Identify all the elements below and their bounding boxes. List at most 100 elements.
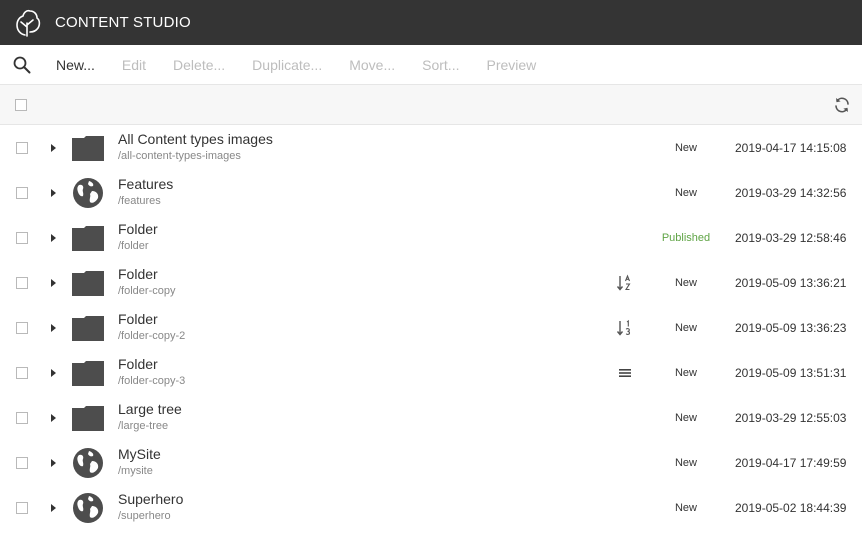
row-checkbox[interactable] <box>16 141 28 154</box>
display-name: Folder <box>118 311 158 327</box>
preview-button[interactable]: Preview <box>486 57 536 73</box>
globe-icon <box>71 446 105 480</box>
expand-arrow-icon[interactable] <box>51 368 56 377</box>
display-name: Large tree <box>118 401 182 417</box>
refresh-icon[interactable] <box>832 95 852 115</box>
display-name: Folder <box>118 266 158 282</box>
row-checkbox[interactable] <box>16 456 28 469</box>
grid-toolbar <box>0 85 862 125</box>
folder-icon <box>71 131 105 165</box>
app-title: CONTENT STUDIO <box>55 14 191 31</box>
table-row[interactable]: Large tree /large-tree New 2019-03-29 12… <box>0 395 862 440</box>
expand-arrow-icon[interactable] <box>51 503 56 512</box>
status-badge: New <box>674 186 697 199</box>
table-row[interactable]: Folder /folder-copy-3 New 2019-05-09 13:… <box>0 350 862 395</box>
table-row[interactable]: MySite /mysite New 2019-04-17 17:49:59 <box>0 440 862 485</box>
table-row[interactable]: Folder /folder-copy New 2019-05-09 13:36… <box>0 260 862 305</box>
folder-icon <box>71 401 105 435</box>
modified-time: 2019-05-09 13:36:23 <box>735 320 847 335</box>
status-badge: New <box>674 411 697 424</box>
content-path: /large-tree <box>118 420 169 432</box>
display-name: All Content types images <box>118 131 273 147</box>
display-name: Folder <box>118 356 158 372</box>
table-row[interactable]: Features /features New 2019-03-29 14:32:… <box>0 170 862 215</box>
display-name: Superhero <box>118 491 184 507</box>
content-path: /superhero <box>118 510 171 522</box>
content-names: Folder /folder-copy-2 <box>118 311 588 344</box>
status-badge: New <box>674 366 697 379</box>
search-icon[interactable] <box>12 55 32 75</box>
expand-arrow-icon[interactable] <box>51 233 56 242</box>
expand-arrow-icon[interactable] <box>51 143 56 152</box>
edit-button[interactable]: Edit <box>122 57 146 73</box>
row-checkbox[interactable] <box>16 276 28 289</box>
table-row[interactable]: Folder /folder-copy-2 New 2019-05-09 13:… <box>0 305 862 350</box>
content-names: Superhero /superhero <box>118 491 588 524</box>
expand-arrow-icon[interactable] <box>51 458 56 467</box>
content-path: /all-content-types-images <box>118 150 241 162</box>
sort-button[interactable]: Sort... <box>422 57 459 73</box>
modified-time: 2019-04-17 17:49:59 <box>735 455 847 470</box>
tree-logo-icon[interactable] <box>14 8 42 38</box>
row-checkbox[interactable] <box>16 321 28 334</box>
content-names: Folder /folder <box>118 221 588 254</box>
display-name: Folder <box>118 221 158 237</box>
sort-numeric-icon <box>616 319 634 337</box>
row-checkbox[interactable] <box>16 366 28 379</box>
content-names: Folder /folder-copy <box>118 266 588 299</box>
table-row[interactable]: Folder /folder Published 2019-03-29 12:5… <box>0 215 862 260</box>
manual-order-icon <box>616 364 634 382</box>
delete-button[interactable]: Delete... <box>173 57 225 73</box>
display-name: MySite <box>118 446 161 462</box>
toolbar: New... Edit Delete... Duplicate... Move.… <box>0 45 862 85</box>
status-badge: New <box>674 276 697 289</box>
content-names: Features /features <box>118 176 588 209</box>
folder-icon <box>71 266 105 300</box>
content-list: All Content types images /all-content-ty… <box>0 125 862 530</box>
status-badge: New <box>674 321 697 334</box>
duplicate-button[interactable]: Duplicate... <box>252 57 322 73</box>
content-names: Large tree /large-tree <box>118 401 588 434</box>
modified-time: 2019-04-17 14:15:08 <box>735 140 847 155</box>
expand-arrow-icon[interactable] <box>51 278 56 287</box>
content-names: Folder /folder-copy-3 <box>118 356 588 389</box>
modified-time: 2019-03-29 12:55:03 <box>735 410 847 425</box>
sort-alpha-icon <box>616 274 634 292</box>
table-row[interactable]: Superhero /superhero New 2019-05-02 18:4… <box>0 485 862 530</box>
folder-icon <box>71 356 105 390</box>
table-row[interactable]: All Content types images /all-content-ty… <box>0 125 862 170</box>
content-path: /folder-copy <box>118 285 176 297</box>
status-badge: New <box>674 501 697 514</box>
modified-time: 2019-05-09 13:51:31 <box>735 365 847 380</box>
new-button[interactable]: New... <box>56 57 95 73</box>
row-checkbox[interactable] <box>16 186 28 199</box>
status-badge: Published <box>661 231 711 244</box>
content-path: /mysite <box>118 465 153 477</box>
content-path: /folder-copy-3 <box>118 375 186 387</box>
expand-arrow-icon[interactable] <box>51 323 56 332</box>
modified-time: 2019-03-29 12:58:46 <box>735 230 847 245</box>
display-name: Features <box>118 176 174 192</box>
folder-icon <box>71 311 105 345</box>
expand-arrow-icon[interactable] <box>51 413 56 422</box>
content-path: /features <box>118 195 161 207</box>
row-checkbox[interactable] <box>16 411 28 424</box>
content-names: MySite /mysite <box>118 446 588 479</box>
folder-icon <box>71 221 105 255</box>
modified-time: 2019-05-02 18:44:39 <box>735 500 847 515</box>
content-path: /folder <box>118 240 149 252</box>
row-checkbox[interactable] <box>16 501 28 514</box>
row-checkbox[interactable] <box>16 231 28 244</box>
content-names: All Content types images /all-content-ty… <box>118 131 588 164</box>
globe-icon <box>71 491 105 525</box>
status-badge: New <box>674 456 697 469</box>
globe-icon <box>71 176 105 210</box>
content-path: /folder-copy-2 <box>118 330 186 342</box>
expand-arrow-icon[interactable] <box>51 188 56 197</box>
modified-time: 2019-05-09 13:36:21 <box>735 275 847 290</box>
modified-time: 2019-03-29 14:32:56 <box>735 185 847 200</box>
select-all-checkbox[interactable] <box>15 98 27 111</box>
status-badge: New <box>674 141 697 154</box>
app-header: CONTENT STUDIO <box>0 0 862 45</box>
move-button[interactable]: Move... <box>349 57 395 73</box>
